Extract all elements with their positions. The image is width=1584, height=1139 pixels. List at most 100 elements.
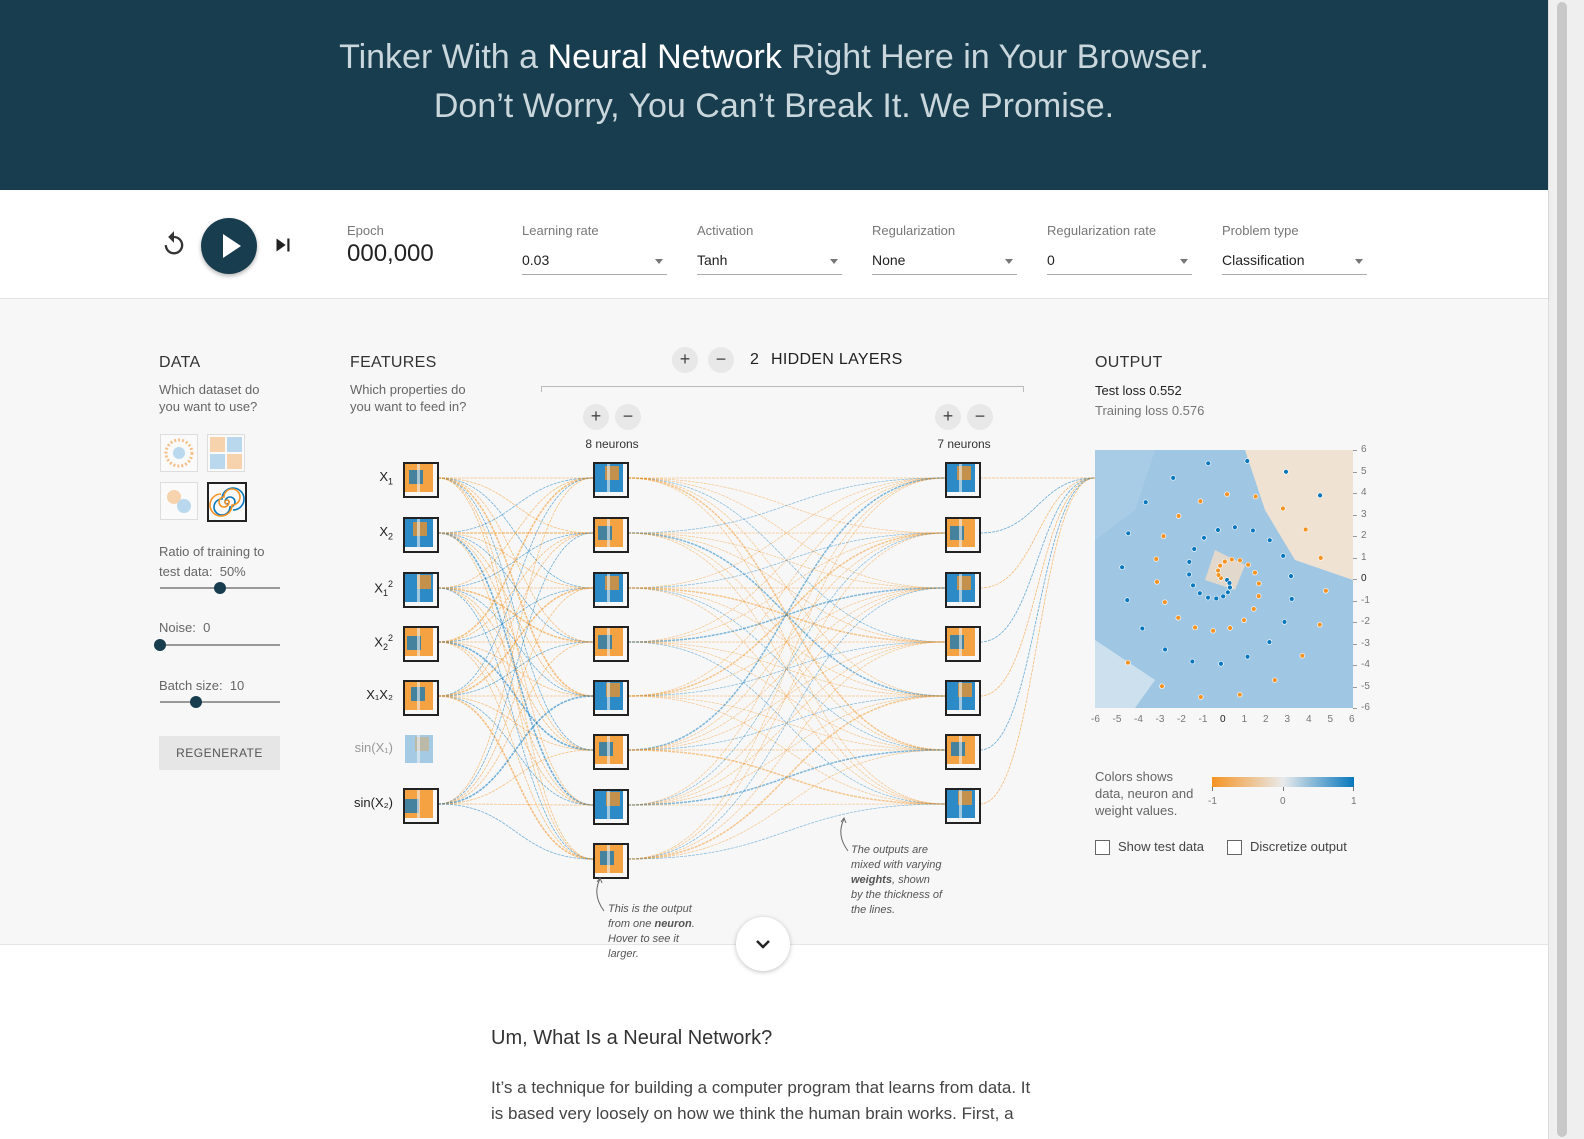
batch-slider-track[interactable] [160, 701, 280, 703]
show-test-data-label[interactable]: Show test data [1118, 839, 1204, 854]
feature-node[interactable] [403, 626, 439, 662]
regularization-select[interactable]: None [872, 252, 1017, 275]
feature-label: X22 [374, 633, 393, 652]
features-subtitle: Which properties do you want to feed in? [350, 382, 467, 414]
layer2-neuron[interactable] [945, 517, 981, 553]
feature-node[interactable] [403, 572, 439, 608]
discretize-output-checkbox[interactable] [1227, 840, 1242, 855]
feature-node[interactable] [403, 462, 439, 498]
layer1-neuron[interactable] [593, 734, 629, 770]
data-point-blue [1288, 573, 1294, 579]
weight-link [979, 477, 1096, 534]
data-point-blue [1244, 458, 1250, 464]
show-test-data-checkbox[interactable] [1095, 840, 1110, 855]
scrollbar-thumb[interactable] [1557, 2, 1567, 1137]
layer2-add-neuron-button[interactable]: + [935, 404, 961, 430]
layer1-neuron[interactable] [593, 843, 629, 879]
x-tick-label: -5 [1112, 714, 1122, 725]
feature-node[interactable] [403, 733, 439, 769]
play-button[interactable] [201, 218, 257, 274]
add-layer-button[interactable]: + [672, 347, 698, 373]
data-point-orange [1245, 562, 1251, 568]
layer2-neuron[interactable] [945, 462, 981, 498]
chevron-down-icon [1005, 259, 1013, 264]
data-point-blue [1215, 527, 1221, 533]
feature-label: X₁X₂ [366, 687, 393, 702]
activation-select[interactable]: Tanh [697, 252, 842, 275]
regenerate-button[interactable]: REGENERATE [159, 736, 280, 770]
xor-dataset-icon [210, 437, 242, 469]
remove-layer-button[interactable]: − [708, 347, 734, 373]
callout-weights: The outputs are mixed with varying weigh… [851, 844, 943, 916]
layer1-add-neuron-button[interactable]: + [583, 404, 609, 430]
weight-link [437, 477, 594, 643]
layer2-neuron[interactable] [945, 680, 981, 716]
layer1-neuron[interactable] [593, 680, 629, 716]
batch-slider-thumb[interactable] [190, 696, 202, 708]
data-point-orange [1197, 498, 1204, 504]
layer1-neuron[interactable] [593, 626, 629, 662]
hidden-layers-count: 2 [750, 351, 759, 368]
data-point-blue [1201, 535, 1207, 541]
data-point-orange [1160, 533, 1167, 539]
layer1-neuron[interactable] [593, 572, 629, 608]
dataset-xor[interactable] [207, 434, 245, 472]
noise-slider-thumb[interactable] [154, 639, 166, 651]
y-tick-label: -3 [1361, 637, 1370, 649]
play-icon [223, 234, 241, 258]
noise-slider-track[interactable] [160, 644, 280, 646]
data-point-blue [1205, 460, 1211, 467]
reset-button[interactable] [160, 230, 188, 258]
weight-link [627, 477, 946, 697]
data-point-orange [1192, 624, 1198, 631]
data-point-orange [1215, 572, 1222, 578]
data-point-blue [1213, 595, 1219, 602]
output-heatmap[interactable] [1095, 450, 1353, 708]
dataset-spiral[interactable] [207, 482, 247, 522]
data-point-blue [1225, 589, 1231, 596]
header-title-line1: Tinker With a Neural Network Right Here … [339, 38, 1209, 76]
bracket-right-tick [1023, 386, 1024, 392]
discretize-output-label[interactable]: Discretize output [1250, 839, 1347, 854]
layer1-remove-neuron-button[interactable]: − [615, 404, 641, 430]
y-tick-mark [1353, 471, 1357, 473]
batch-size-label: Batch size: 10 [159, 678, 245, 693]
ratio-slider-thumb[interactable] [214, 582, 226, 594]
feature-node[interactable] [403, 680, 439, 716]
weight-link [437, 695, 594, 860]
data-point-orange [1215, 567, 1221, 574]
test-loss: Test loss 0.552 [1095, 383, 1182, 398]
regularization-rate-select[interactable]: 0 [1047, 252, 1192, 275]
problem-type-select[interactable]: Classification [1222, 252, 1367, 275]
weight-link [979, 477, 1096, 589]
learning-rate-select[interactable]: 0.03 [522, 252, 667, 275]
feature-node[interactable] [403, 788, 439, 824]
y-tick-mark [1353, 514, 1357, 516]
page-scrollbar[interactable] [1548, 0, 1584, 1139]
layer1-neuron[interactable] [593, 462, 629, 498]
layer2-neuron[interactable] [945, 788, 981, 824]
x-tick-label: 0 [1220, 714, 1226, 725]
feature-node[interactable] [403, 517, 439, 553]
layer2-neuron[interactable] [945, 572, 981, 608]
hidden-layers-label: HIDDEN LAYERS [771, 351, 903, 368]
y-tick-mark [1353, 686, 1357, 688]
step-button[interactable] [270, 232, 296, 258]
dataset-circle[interactable] [160, 434, 198, 472]
dataset-gauss[interactable] [160, 482, 198, 520]
weight-link [437, 477, 594, 697]
layer2-remove-neuron-button[interactable]: − [967, 404, 993, 430]
data-point-orange [1217, 562, 1223, 569]
layer2-neuron[interactable] [945, 734, 981, 770]
layer1-neuron[interactable] [593, 517, 629, 553]
layer2-neuron-count: 7 neurons [937, 437, 991, 451]
chevron-down-icon [756, 940, 770, 949]
layer2-neuron[interactable] [945, 626, 981, 662]
data-point-orange [1224, 491, 1230, 497]
y-tick-label: 6 [1361, 444, 1367, 455]
layer1-neuron[interactable] [593, 789, 629, 825]
y-tick-label: 4 [1361, 487, 1367, 498]
epoch-value: 000,000 [347, 240, 434, 267]
scroll-down-button[interactable] [736, 917, 790, 971]
reset-icon [164, 231, 184, 255]
